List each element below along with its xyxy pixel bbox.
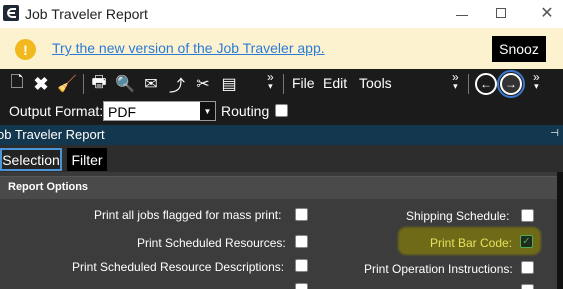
tab-bar: Selection Filter (0, 145, 563, 172)
output-format-value: PDF (108, 104, 136, 120)
clear-broom-icon[interactable]: 🧹 (57, 74, 77, 94)
forward-arrow-icon[interactable]: → (497, 70, 525, 98)
mass-print-label: Print all jobs flagged for mass print: (94, 208, 282, 222)
toolbar-divider (283, 74, 284, 94)
schedule-icon[interactable]: ⤴ (167, 74, 187, 95)
new-version-link[interactable]: Try the new version of the Job Traveler … (52, 40, 325, 56)
tab-filter[interactable]: Filter (67, 148, 107, 171)
toolbar-divider (83, 74, 84, 94)
toolbar: 🗋 ✖ 🧹 🖶 🔍 ✉ ⤴ ✂ ▤ » ▾ File Edit Tools » ▾ … (0, 69, 563, 125)
report-style-icon[interactable]: ▤ (219, 74, 239, 94)
report-options-title: Report Options (8, 181, 89, 193)
operation-instructions-checkbox[interactable] (521, 261, 534, 274)
menu-file[interactable]: File (292, 75, 315, 91)
delete-icon[interactable]: ✖ (31, 74, 51, 94)
toolbar-divider (468, 74, 469, 94)
partial-checkbox[interactable] (521, 284, 534, 289)
pin-icon[interactable]: ⊣ (550, 128, 559, 139)
report-options-header: Report Options (0, 177, 557, 199)
scheduled-resources-label: Print Scheduled Resources: (137, 236, 286, 250)
print-bar-code-label: Print Bar Code: (430, 236, 513, 250)
section-title: ob Traveler Report (0, 127, 105, 142)
scheduled-resources-checkbox[interactable] (295, 235, 308, 248)
menu-overflow-chevron-icon[interactable]: » ▾ (452, 71, 459, 91)
new-version-banner: ! Try the new version of the Job Travele… (0, 28, 563, 69)
nav-overflow-chevron-icon[interactable]: » ▾ (533, 71, 540, 91)
print-bar-code-checkbox[interactable]: ✓ (520, 235, 533, 248)
chevron-down-icon: ▼ (200, 102, 215, 120)
routing-checkbox[interactable] (275, 104, 288, 117)
maximize-button[interactable] (489, 2, 513, 24)
output-format-select[interactable]: PDF ▼ (103, 101, 216, 121)
shipping-schedule-checkbox[interactable] (521, 209, 534, 222)
new-document-icon[interactable]: 🗋 (7, 74, 27, 94)
partial-checkbox[interactable] (295, 283, 308, 289)
tools-icon[interactable]: ✂ (193, 74, 213, 94)
print-preview-icon[interactable]: 🔍 (115, 74, 135, 94)
section-header: ob Traveler Report ⊣ (0, 125, 563, 145)
window-title: Job Traveler Report (25, 6, 148, 22)
resource-descriptions-checkbox[interactable] (295, 259, 308, 272)
info-icon: ! (15, 39, 36, 60)
minimize-button[interactable] (450, 2, 474, 24)
output-format-label: Output Format: (9, 103, 104, 119)
menu-edit[interactable]: Edit (323, 75, 347, 91)
resource-descriptions-label: Print Scheduled Resource Descriptions: (72, 260, 285, 274)
scrollbar[interactable] (557, 172, 563, 289)
send-email-icon[interactable]: ✉ (141, 74, 161, 94)
menu-tools[interactable]: Tools (359, 75, 392, 91)
routing-label: Routing (221, 103, 270, 119)
print-icon[interactable]: 🖶 (89, 74, 109, 94)
mass-print-checkbox[interactable] (295, 208, 308, 221)
title-bar: Job Traveler Report ✕ (0, 0, 563, 28)
operation-instructions-label: Print Operation Instructions: (364, 262, 513, 276)
back-arrow-icon[interactable]: ← (475, 73, 497, 95)
toolbar-overflow-chevron-icon[interactable]: » ▾ (267, 71, 274, 91)
snooze-button[interactable]: Snooz (492, 36, 546, 62)
close-button[interactable]: ✕ (535, 2, 559, 24)
app-logo-icon (3, 5, 19, 21)
tab-selection[interactable]: Selection (0, 148, 62, 171)
shipping-schedule-label: Shipping Schedule: (406, 209, 510, 223)
